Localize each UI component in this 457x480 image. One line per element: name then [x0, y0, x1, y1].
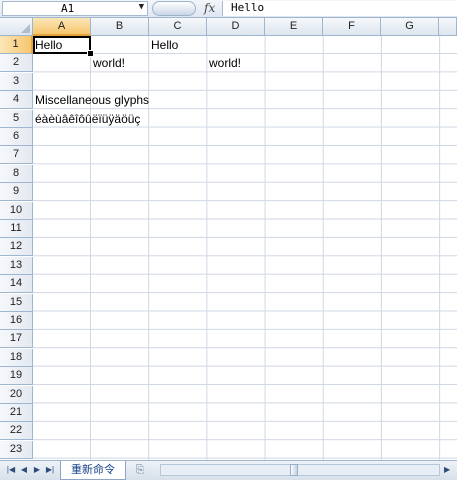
row-header-7[interactable]: 7: [0, 146, 33, 165]
select-all-icon: [21, 24, 30, 33]
column-header-partial[interactable]: [439, 18, 457, 36]
row-header-15[interactable]: 15: [0, 293, 33, 312]
formula-bar: A1 ▼ fx Hello: [0, 0, 457, 18]
name-box[interactable]: A1 ▼: [2, 1, 148, 16]
column-header-g[interactable]: G: [381, 18, 439, 36]
row-header-1[interactable]: 1: [0, 36, 33, 54]
cell-a5[interactable]: éàèùâêîôûëïüÿäöüç: [33, 110, 140, 128]
row-header-17[interactable]: 17: [0, 330, 33, 349]
row-header-9[interactable]: 9: [0, 183, 33, 202]
last-sheet-icon[interactable]: ▶|: [45, 464, 55, 476]
cell-c1[interactable]: Hello: [149, 36, 178, 54]
row-header-3[interactable]: 3: [0, 72, 33, 91]
row-header-6[interactable]: 6: [0, 128, 33, 146]
cell-a4[interactable]: Miscellaneous glyphs: [33, 91, 149, 109]
horizontal-scrollbar[interactable]: [160, 464, 440, 476]
row-header-23[interactable]: 23: [0, 440, 33, 459]
active-cell-border: [33, 36, 91, 54]
insert-sheet-icon[interactable]: ⎘: [128, 462, 152, 478]
first-sheet-icon[interactable]: |◀: [6, 464, 16, 476]
row-header-10[interactable]: 10: [0, 201, 33, 220]
formula-bar-resize-handle[interactable]: [152, 1, 196, 16]
cell-d2[interactable]: world!: [207, 54, 241, 72]
insert-function-icon[interactable]: fx: [204, 0, 215, 16]
fill-handle[interactable]: [87, 50, 94, 57]
sheet-tab-bar: |◀ ◀ ▶ ▶| 重新命令 ⎘ ▶: [0, 460, 457, 480]
row-header-20[interactable]: 20: [0, 385, 33, 404]
row-header-14[interactable]: 14: [0, 275, 33, 294]
row-header-8[interactable]: 8: [0, 164, 33, 183]
row-header-16[interactable]: 16: [0, 312, 33, 330]
sheet-tab-1[interactable]: 重新命令: [60, 461, 126, 480]
select-all-button[interactable]: [0, 18, 33, 36]
next-sheet-icon[interactable]: ▶: [32, 464, 42, 476]
row-header-4[interactable]: 4: [0, 91, 33, 110]
row-header-19[interactable]: 19: [0, 367, 33, 386]
cell-b2[interactable]: world!: [91, 54, 125, 72]
chevron-down-icon[interactable]: ▼: [139, 1, 144, 14]
column-header-f[interactable]: F: [323, 18, 381, 36]
row-header-11[interactable]: 11: [0, 220, 33, 238]
column-header-c[interactable]: C: [149, 18, 207, 36]
row-header-21[interactable]: 21: [0, 404, 33, 422]
row-header-13[interactable]: 13: [0, 256, 33, 275]
row-header-22[interactable]: 22: [0, 422, 33, 441]
row-header-12[interactable]: 12: [0, 238, 33, 257]
column-header-d[interactable]: D: [207, 18, 265, 36]
column-header-e[interactable]: E: [265, 18, 323, 36]
prev-sheet-icon[interactable]: ◀: [19, 464, 29, 476]
scrollbar-thumb[interactable]: [290, 464, 298, 476]
row-header-5[interactable]: 5: [0, 109, 33, 128]
column-header-b[interactable]: B: [91, 18, 149, 36]
column-header-a[interactable]: A: [33, 18, 91, 36]
row-header-2[interactable]: 2: [0, 54, 33, 73]
name-box-value: A1: [61, 2, 75, 15]
scroll-right-icon[interactable]: ▶: [444, 464, 454, 476]
cell-area[interactable]: Hello Hello world! world! Miscellaneous …: [33, 36, 457, 460]
row-header-18[interactable]: 18: [0, 348, 33, 367]
formula-input[interactable]: Hello: [222, 1, 457, 16]
